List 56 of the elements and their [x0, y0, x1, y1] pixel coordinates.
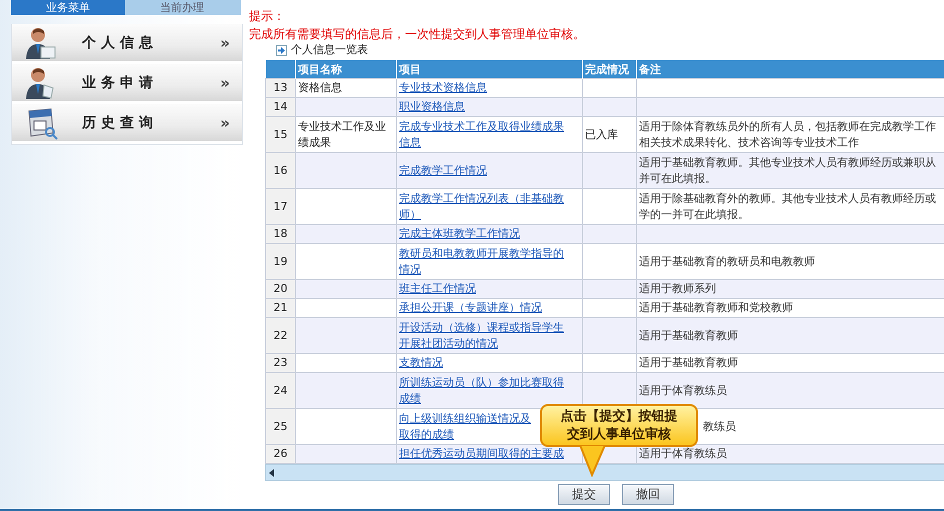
row-number: 19 [266, 244, 296, 280]
row-number: 15 [266, 116, 296, 152]
item-link[interactable]: 向上级训练组织输送情况及 取得的成绩 [399, 410, 531, 442]
table-cell: 适用于基础教育教师 [639, 356, 738, 369]
menu-item[interactable]: 个人信息 » [12, 24, 242, 64]
table-cell: 资格信息 [298, 81, 342, 94]
row-number: 24 [266, 372, 296, 408]
table-cell: 专业技术工作及业 绩成果 [298, 120, 386, 148]
action-button[interactable]: 提交 [558, 484, 610, 505]
row-number: 26 [266, 444, 296, 464]
row-number: 20 [266, 280, 296, 298]
hint-text: 完成所有需要填写的信息后，一次性提交到人事管理单位审核。 [249, 26, 585, 42]
menu-label: 历史查询 [82, 114, 159, 132]
row-number: 23 [266, 354, 296, 372]
action-button[interactable]: 撤回 [622, 484, 674, 505]
menu-tab[interactable]: 业务菜单 [11, 0, 125, 15]
column-header: 项目 [396, 60, 582, 78]
table-cell: 适用于基础教育教师 [639, 328, 738, 342]
table-cell: 适用于体育教练员 [639, 447, 727, 460]
column-header: 备注 [636, 60, 944, 78]
row-number: 14 [266, 98, 296, 116]
callout-tooltip: 点击【提交】按钮提 交到人事单位审核 [540, 404, 698, 447]
left-arrow-icon[interactable] [269, 468, 275, 476]
row-number: 13 [266, 78, 296, 98]
menu-tab[interactable]: 当前办理 [125, 0, 239, 15]
row-number: 22 [266, 318, 296, 354]
menu-label: 业务申请 [82, 74, 159, 92]
table-cell: 适用于除体育教练员外的所有人员，包括教师在完成教学工作 相关技术成果转化、技术咨询等专业技术工作 [639, 120, 936, 148]
chevron-icon: » [220, 74, 230, 92]
menu-item[interactable]: 历史查询 » [12, 104, 242, 144]
chevron-icon: » [220, 34, 230, 52]
chevron-icon: » [220, 114, 230, 132]
table-cell: 适用于基础教育教师。其他专业技术人员有教师经历或兼职从 并可在此填报。 [639, 156, 936, 184]
item-link[interactable]: 支教情况 [399, 355, 443, 371]
column-header: 项目名称 [296, 60, 396, 78]
menu-item[interactable]: 业务申请 » [12, 64, 242, 104]
callout-pointer-icon [578, 445, 608, 477]
table-cell: 适用于基础教育的教研员和电教教师 [639, 254, 815, 268]
menu-label: 个人信息 [82, 34, 159, 52]
column-header: 完成情况 [582, 60, 636, 78]
arrow-icon [276, 44, 287, 56]
row-number: 18 [266, 224, 296, 244]
scroll-bar[interactable] [265, 464, 944, 481]
table-caption: 个人信息一览表 [291, 43, 368, 57]
table-cell: 教练员 [703, 420, 736, 432]
person-icon [24, 26, 58, 60]
hint-title: 提示： [249, 8, 285, 24]
table-cell: 适用于体育教练员 [639, 384, 727, 396]
table-cell: 适用于教师系列 [639, 282, 716, 295]
row-number: 21 [266, 298, 296, 318]
table-cell: 适用于基础教育教师和党校教师 [639, 301, 793, 314]
row-number: 17 [266, 188, 296, 224]
row-number: 25 [266, 408, 296, 444]
table-cell: 适用于除基础教育外的教师。其他专业技术人员有教师经历或 学的一并可在此填报。 [639, 192, 936, 220]
table-cell: 已入库 [585, 128, 618, 140]
row-number: 16 [266, 152, 296, 188]
